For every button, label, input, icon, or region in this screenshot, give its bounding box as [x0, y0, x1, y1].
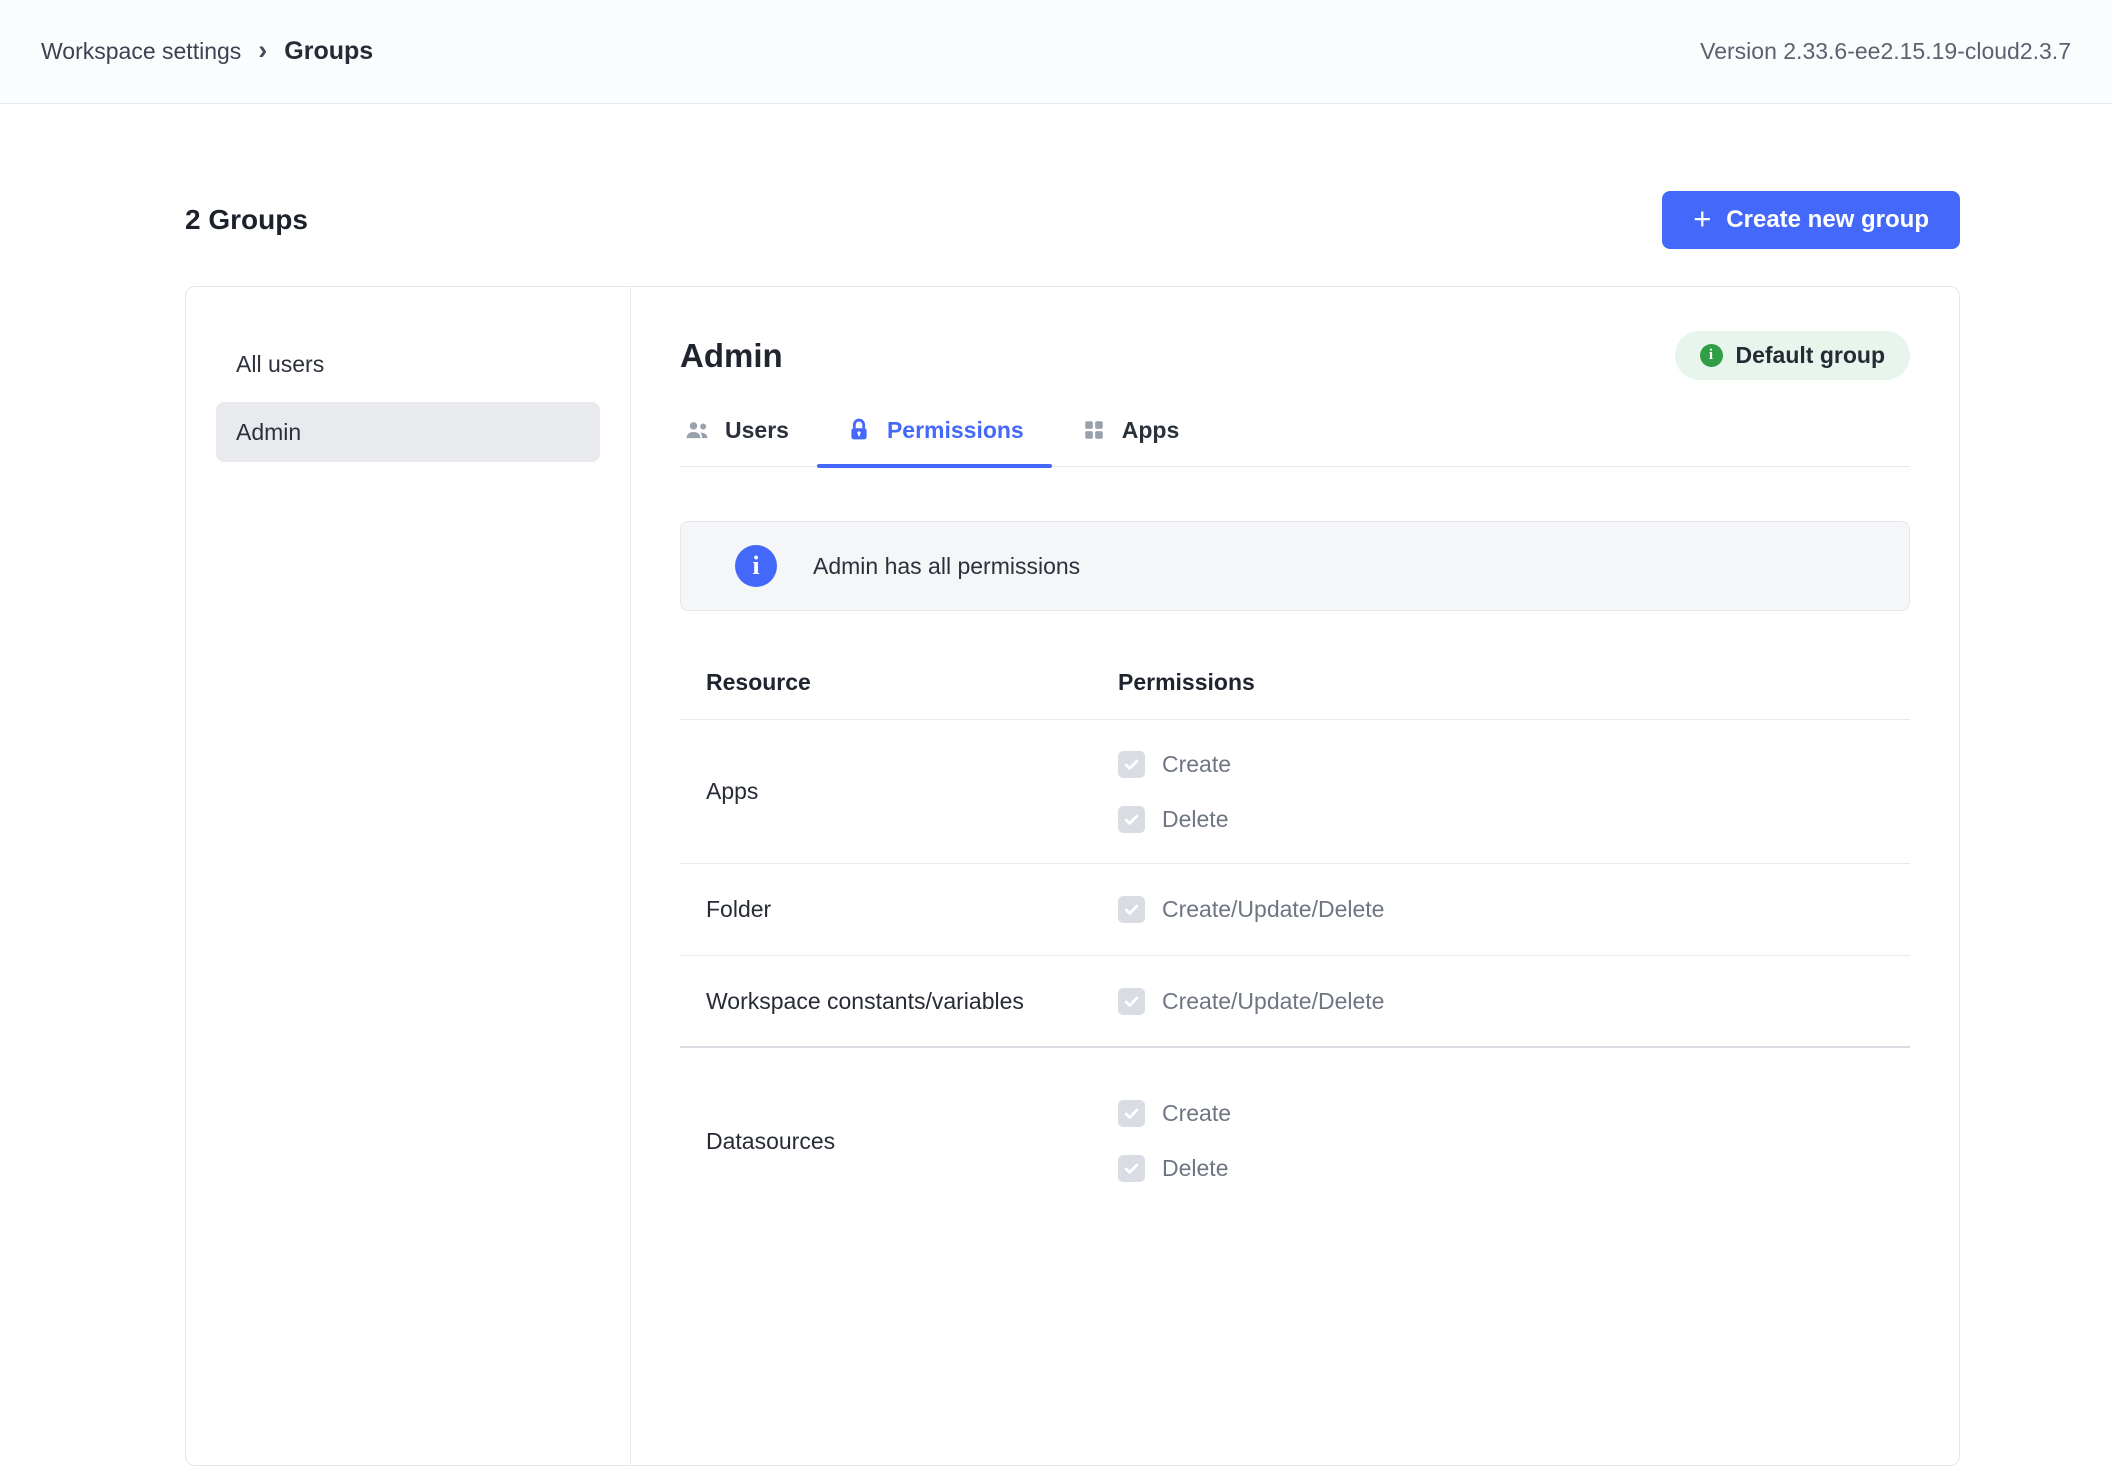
permission-option: Delete — [1118, 1155, 1910, 1182]
checkbox-checked-disabled[interactable] — [1118, 751, 1145, 778]
permissions-info-banner: i Admin has all permissions — [680, 521, 1910, 611]
panel-header: Admin i Default group — [680, 331, 1910, 380]
plus-icon: + — [1693, 203, 1711, 234]
table-row: Workspace constants/variables Create/Upd… — [680, 956, 1910, 1048]
permissions-cell: Create/Update/Delete — [1118, 988, 1910, 1015]
default-group-badge: i Default group — [1675, 331, 1911, 380]
permission-option: Create/Update/Delete — [1118, 896, 1910, 923]
version-label: Version 2.33.6-ee2.15.19-cloud2.3.7 — [1700, 38, 2071, 65]
permission-label: Create/Update/Delete — [1162, 896, 1384, 923]
tab-users[interactable]: Users — [680, 416, 817, 466]
permission-option: Delete — [1118, 806, 1910, 833]
top-bar: Workspace settings › Groups Version 2.33… — [0, 0, 2112, 104]
tab-users-label: Users — [725, 417, 789, 444]
groups-toolbar: 2 Groups + Create new group — [185, 191, 1960, 249]
sidebar-item-label: All users — [236, 351, 324, 378]
permission-option: Create/Update/Delete — [1118, 988, 1910, 1015]
resource-label: Apps — [706, 778, 1118, 805]
permissions-cell: Create Delete — [1118, 1100, 1910, 1182]
table-header-row: Resource Permissions — [680, 645, 1910, 720]
tab-permissions[interactable]: Permissions — [817, 416, 1052, 466]
tab-permissions-label: Permissions — [887, 417, 1024, 444]
sidebar-item-label: Admin — [236, 419, 301, 446]
lock-icon — [845, 416, 873, 444]
column-header-permissions: Permissions — [1118, 669, 1255, 696]
group-detail-panel: Admin i Default group Users — [631, 287, 1959, 1465]
group-tabs: Users Permissions — [680, 416, 1910, 467]
permissions-cell: Create Delete — [1118, 751, 1910, 833]
info-banner-text: Admin has all permissions — [813, 553, 1080, 580]
permissions-table: Resource Permissions Apps Create — [680, 645, 1910, 1234]
groups-count-heading: 2 Groups — [185, 204, 308, 236]
info-icon: i — [1700, 344, 1723, 367]
breadcrumb: Workspace settings › Groups — [41, 37, 373, 66]
resource-label: Folder — [706, 896, 1118, 923]
checkbox-checked-disabled[interactable] — [1118, 1100, 1145, 1127]
checkbox-checked-disabled[interactable] — [1118, 806, 1145, 833]
info-icon: i — [735, 545, 777, 587]
sidebar-item-admin[interactable]: Admin — [216, 402, 600, 462]
permission-label: Delete — [1162, 806, 1228, 833]
permission-option: Create — [1118, 751, 1910, 778]
permission-label: Create — [1162, 1100, 1231, 1127]
table-row: Apps Create Delete — [680, 720, 1910, 864]
table-row: Datasources Create Delete — [680, 1048, 1910, 1234]
permission-option: Create — [1118, 1100, 1910, 1127]
users-icon — [683, 416, 711, 444]
create-new-group-button[interactable]: + Create new group — [1662, 191, 1960, 249]
default-group-badge-label: Default group — [1736, 342, 1886, 369]
checkbox-checked-disabled[interactable] — [1118, 1155, 1145, 1182]
permission-label: Create/Update/Delete — [1162, 988, 1384, 1015]
groups-card: All users Admin Admin i Default group — [185, 286, 1960, 1466]
permissions-cell: Create/Update/Delete — [1118, 896, 1910, 923]
breadcrumb-groups: Groups — [284, 37, 373, 66]
resource-label: Datasources — [706, 1128, 1118, 1155]
tab-apps-label: Apps — [1122, 417, 1180, 444]
sidebar-item-all-users[interactable]: All users — [216, 334, 600, 394]
checkbox-checked-disabled[interactable] — [1118, 896, 1145, 923]
groups-sidebar: All users Admin — [186, 287, 631, 1465]
group-title: Admin — [680, 337, 783, 375]
permission-label: Create — [1162, 751, 1231, 778]
tab-apps[interactable]: Apps — [1052, 416, 1208, 466]
table-row: Folder Create/Update/Delete — [680, 864, 1910, 956]
permission-label: Delete — [1162, 1155, 1228, 1182]
chevron-right-icon: › — [258, 37, 267, 64]
breadcrumb-workspace-settings[interactable]: Workspace settings — [41, 38, 241, 65]
column-header-resource: Resource — [706, 669, 1118, 696]
checkbox-checked-disabled[interactable] — [1118, 988, 1145, 1015]
create-new-group-label: Create new group — [1726, 206, 1929, 234]
resource-label: Workspace constants/variables — [706, 988, 1118, 1015]
apps-icon — [1080, 416, 1108, 444]
